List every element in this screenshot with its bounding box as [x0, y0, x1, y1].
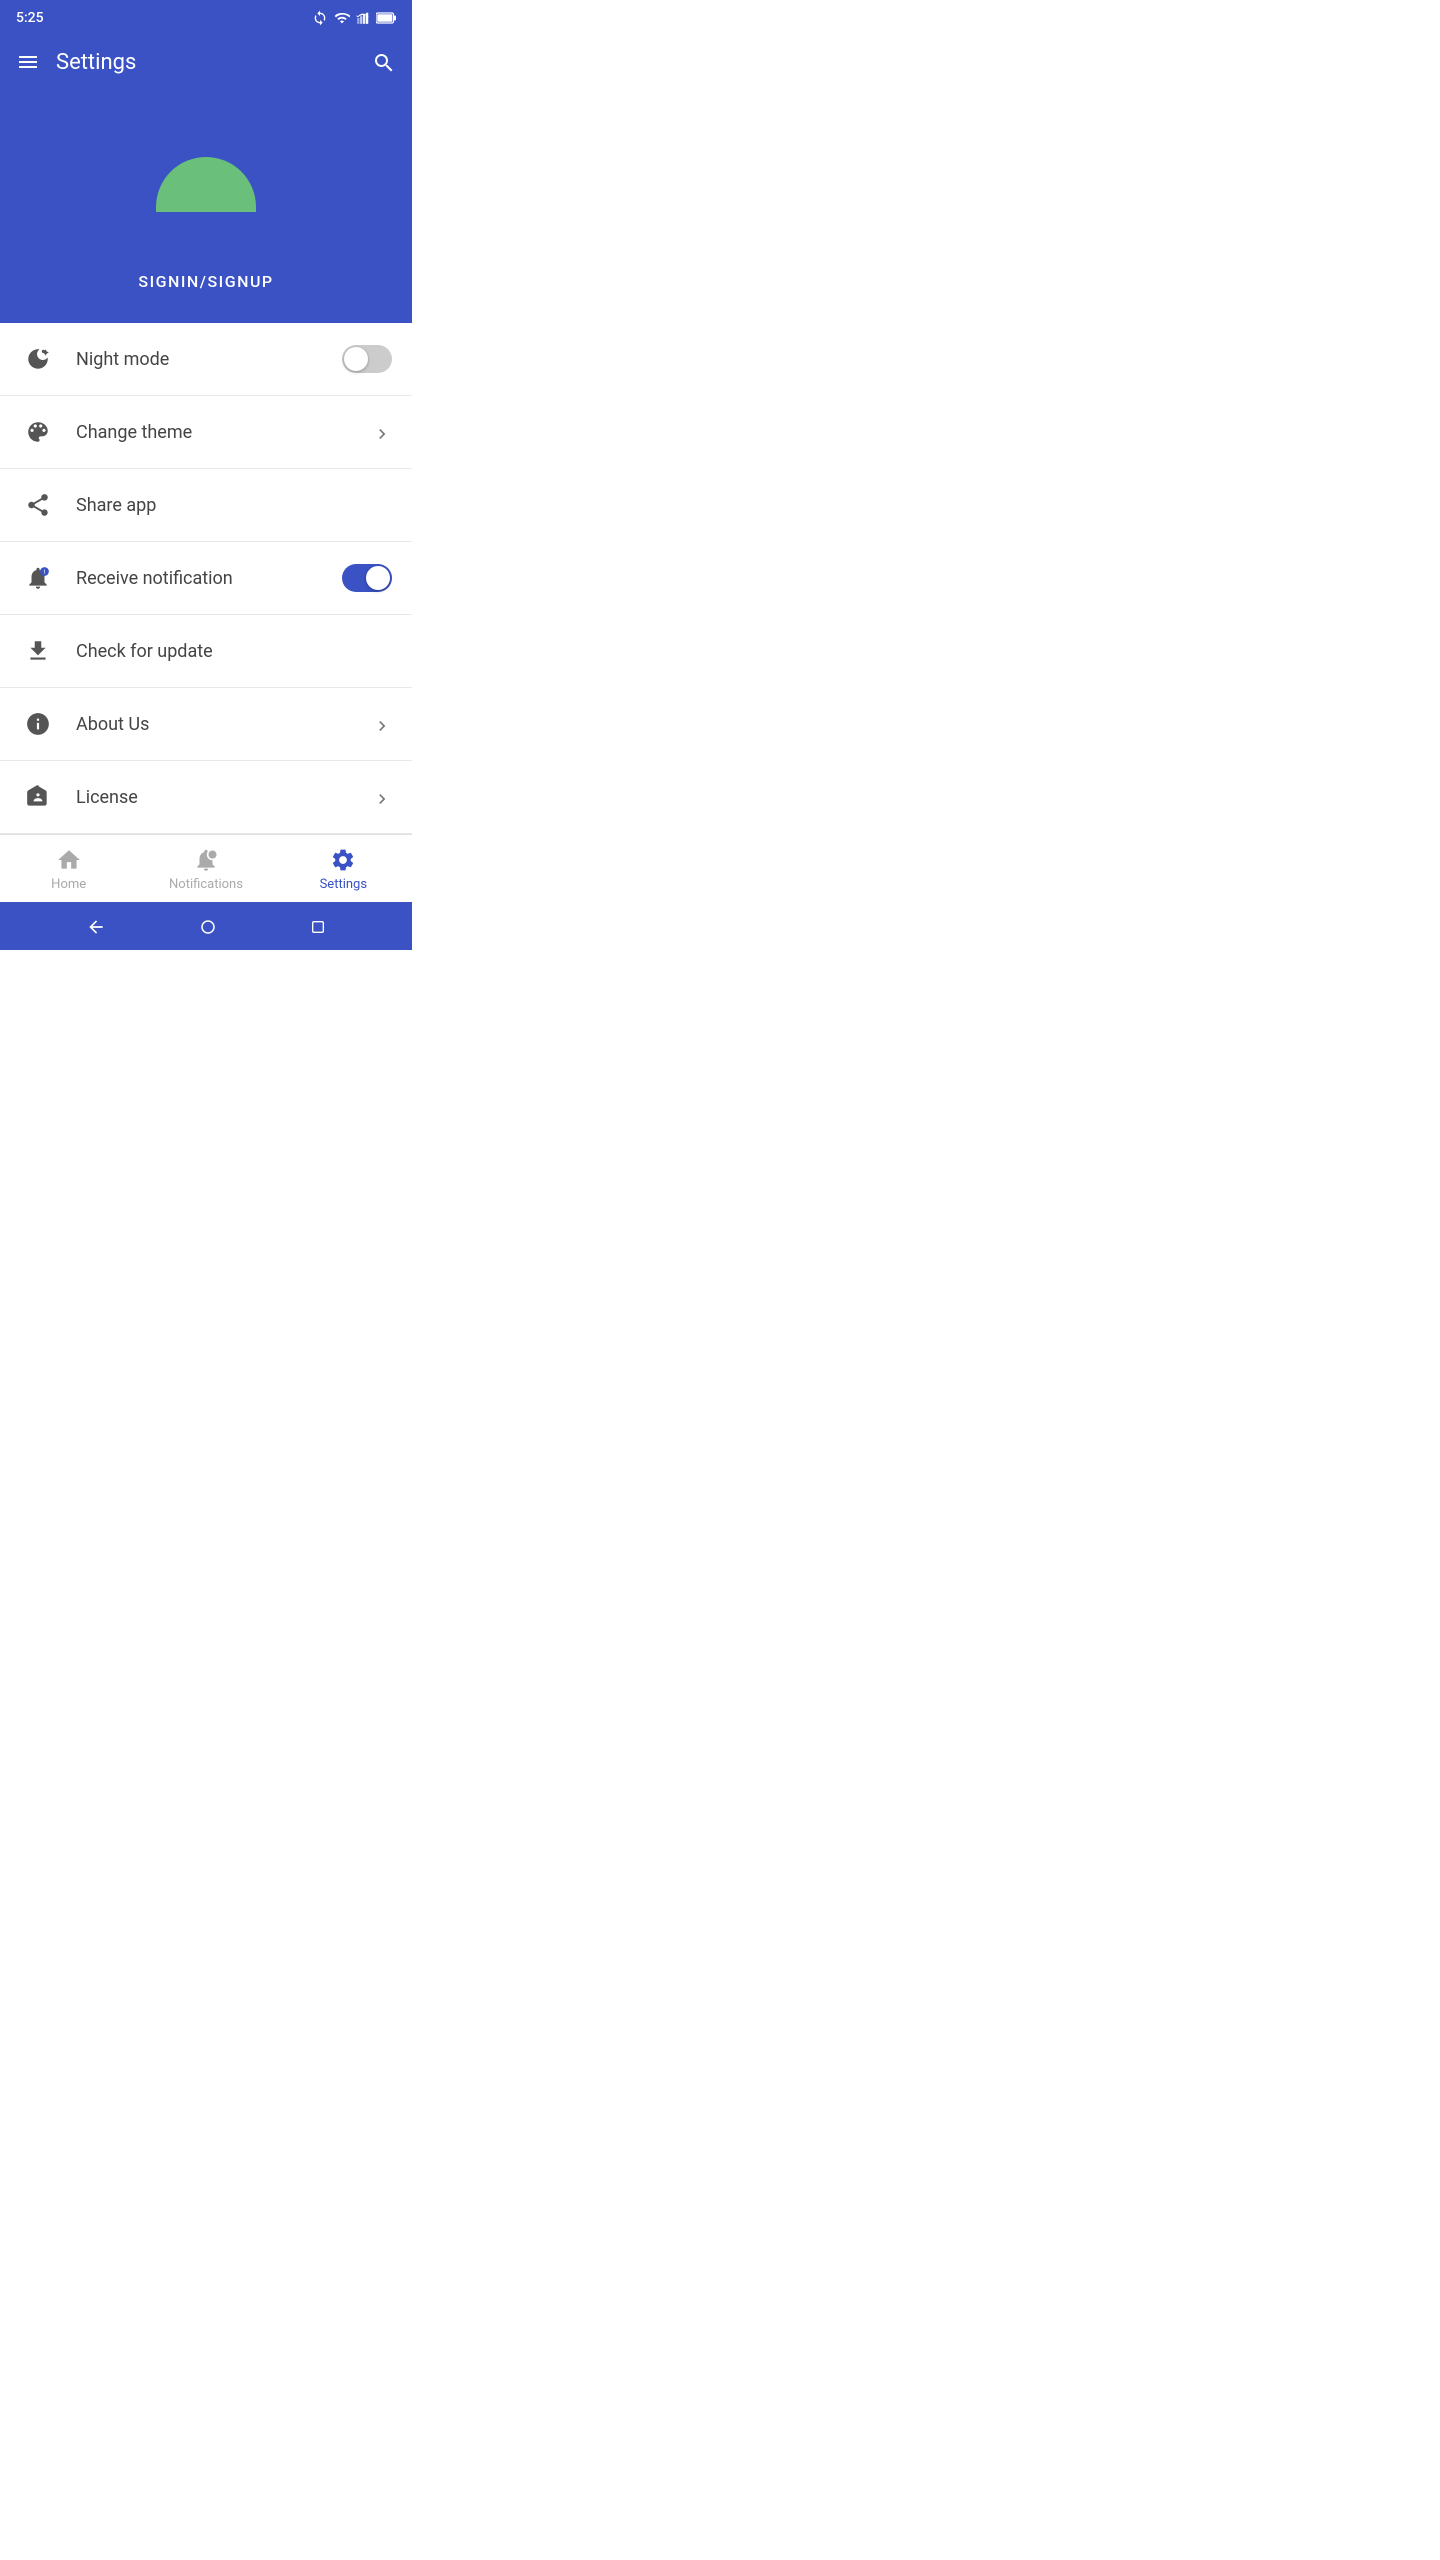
signin-label[interactable]: SIGNIN/SIGNUP: [138, 272, 273, 291]
about-us-arrow: [372, 712, 392, 736]
license-item[interactable]: License: [0, 761, 412, 834]
system-nav-bar: [0, 902, 412, 950]
home-nav-label: Home: [51, 877, 86, 892]
night-mode-icon: [20, 341, 56, 377]
share-app-item[interactable]: Share app: [0, 469, 412, 542]
license-arrow: [372, 785, 392, 809]
license-label: License: [76, 787, 372, 808]
info-icon: [20, 706, 56, 742]
signal-icon: [356, 10, 370, 26]
check-update-label: Check for update: [76, 641, 392, 662]
license-icon: [20, 779, 56, 815]
share-app-label: Share app: [76, 495, 392, 516]
receive-notification-label: Receive notification: [76, 568, 342, 589]
night-mode-toggle[interactable]: [342, 345, 392, 373]
bottom-nav: Home Notifications Settings: [0, 834, 412, 902]
check-update-item[interactable]: Check for update: [0, 615, 412, 688]
about-us-item[interactable]: About Us: [0, 688, 412, 761]
home-button[interactable]: [199, 916, 217, 937]
change-theme-arrow: [372, 420, 392, 444]
search-button[interactable]: [372, 49, 396, 74]
wifi-icon: [334, 10, 350, 26]
menu-button[interactable]: [16, 50, 40, 74]
update-icon: [20, 633, 56, 669]
app-bar-title: Settings: [56, 50, 372, 75]
nav-settings[interactable]: Settings: [275, 845, 412, 893]
toggle-knob: [344, 347, 368, 371]
back-button[interactable]: [86, 915, 106, 936]
home-icon: [56, 845, 82, 874]
notification-icon: !: [20, 560, 56, 596]
notifications-nav-label: Notifications: [169, 877, 243, 892]
nav-notifications[interactable]: Notifications: [137, 845, 274, 893]
share-icon: [20, 487, 56, 523]
settings-nav-label: Settings: [320, 877, 367, 892]
sync-icon: [312, 10, 328, 26]
svg-text:!: !: [44, 568, 46, 576]
avatar: [156, 112, 256, 212]
settings-nav-icon: [330, 845, 356, 874]
notifications-nav-icon: [193, 845, 219, 874]
receive-notification-item[interactable]: ! Receive notification: [0, 542, 412, 615]
hero-section: SIGNIN/SIGNUP: [0, 92, 412, 323]
recents-button[interactable]: [310, 916, 326, 937]
status-bar: 5:25: [0, 0, 412, 32]
about-us-label: About Us: [76, 714, 372, 735]
nav-home[interactable]: Home: [0, 845, 137, 893]
night-mode-label: Night mode: [76, 349, 342, 370]
status-time: 5:25: [16, 10, 44, 26]
toggle-knob-notification: [366, 566, 390, 590]
theme-icon: [20, 414, 56, 450]
night-mode-item[interactable]: Night mode: [0, 323, 412, 396]
receive-notification-toggle[interactable]: [342, 564, 392, 592]
battery-icon: [376, 11, 396, 25]
app-bar: Settings: [0, 32, 412, 92]
change-theme-item[interactable]: Change theme: [0, 396, 412, 469]
settings-list: Night mode Change theme Share app: [0, 323, 412, 834]
change-theme-label: Change theme: [76, 422, 372, 443]
avatar-shape: [156, 157, 256, 212]
status-icons: [312, 10, 396, 26]
